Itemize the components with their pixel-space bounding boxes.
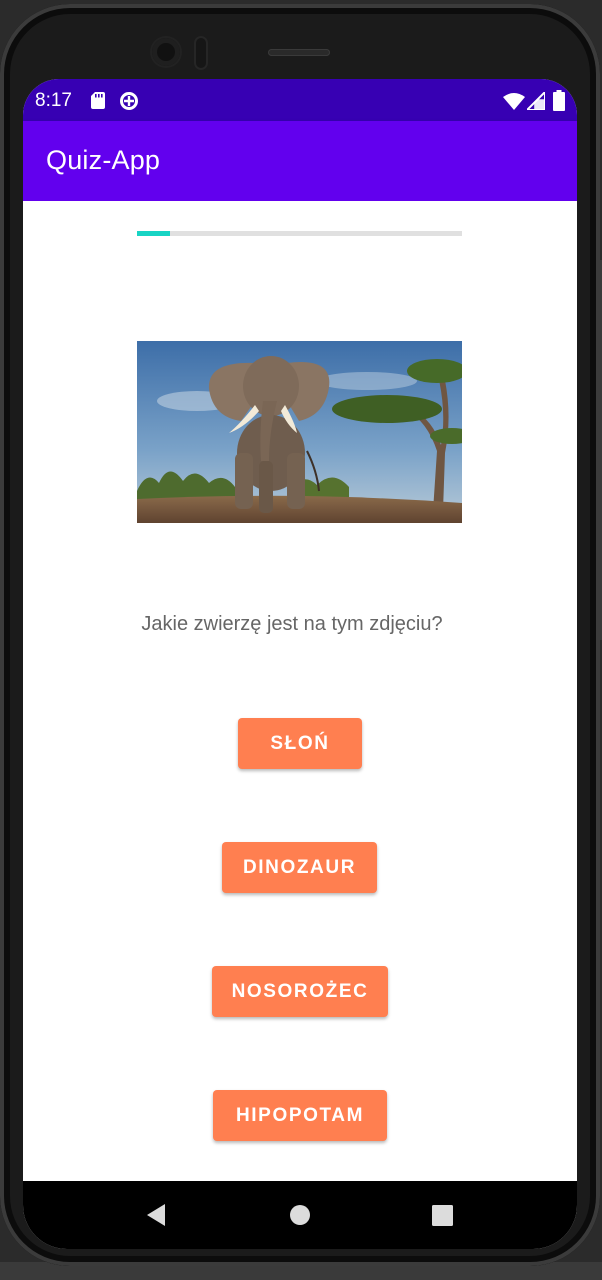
- app-bar: Quiz-App: [23, 121, 577, 201]
- quiz-image-elephant: [137, 341, 462, 523]
- progress-fill: [137, 231, 170, 236]
- device-screen: 8:17 Quiz-App Jakie zwierzę jest na tym …: [23, 79, 577, 1249]
- signal-icon: [527, 92, 545, 110]
- answer-button-hipopotam[interactable]: HIPOPOTAM: [213, 1090, 387, 1141]
- question-text: Jakie zwierzę jest na tym zdjęciu?: [141, 613, 443, 635]
- recents-icon[interactable]: [432, 1205, 453, 1226]
- earpiece-speaker: [268, 49, 330, 56]
- front-camera: [152, 38, 180, 66]
- status-bar: 8:17: [23, 79, 577, 121]
- back-icon[interactable]: [145, 1203, 167, 1227]
- wifi-icon: [503, 93, 525, 110]
- answer-button-slon[interactable]: SŁOŃ: [238, 718, 362, 769]
- data-saver-icon: [120, 92, 138, 110]
- answer-button-dinozaur[interactable]: DINOZAUR: [222, 842, 377, 893]
- home-icon[interactable]: [289, 1204, 311, 1226]
- status-time: 8:17: [35, 90, 72, 111]
- progress-bar: [137, 231, 462, 236]
- app-title: Quiz-App: [46, 145, 161, 175]
- answer-button-nosorozec[interactable]: NOSOROŻEC: [212, 966, 388, 1017]
- phone-frame: 8:17 Quiz-App Jakie zwierzę jest na tym …: [0, 4, 600, 1266]
- battery-icon: [553, 90, 565, 111]
- proximity-sensor: [194, 36, 208, 70]
- navigation-bar: [23, 1181, 577, 1249]
- quiz-content: Jakie zwierzę jest na tym zdjęciu? SŁOŃ …: [23, 201, 577, 1181]
- sd-card-icon: [91, 92, 105, 109]
